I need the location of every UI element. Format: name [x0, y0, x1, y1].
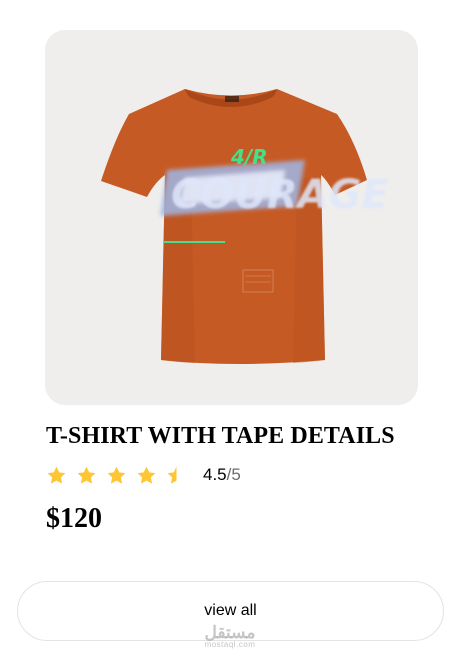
product-price: $120: [46, 503, 102, 534]
svg-text:4/R: 4/R: [230, 145, 268, 169]
rating: 4.5/5: [46, 462, 241, 488]
product-title: T-SHIRT WITH TAPE DETAILS: [46, 423, 395, 449]
star-icon: [136, 465, 157, 486]
watermark-logo: مستقل mostaql.com: [204, 623, 256, 649]
half-star-icon: [166, 465, 187, 486]
product-card: COURAGE 4/R T-SHIRT WITH TAPE DETAILS 4.…: [0, 0, 460, 664]
rating-value: 4.5/5: [203, 465, 241, 484]
star-icon: [76, 465, 97, 486]
svg-text:COURAGE: COURAGE: [171, 172, 389, 218]
product-image[interactable]: COURAGE 4/R: [45, 30, 418, 405]
star-icon: [106, 465, 127, 486]
tshirt-shape: [101, 89, 367, 364]
star-icon: [46, 465, 67, 486]
tshirt-illustration: COURAGE 4/R: [101, 89, 389, 364]
